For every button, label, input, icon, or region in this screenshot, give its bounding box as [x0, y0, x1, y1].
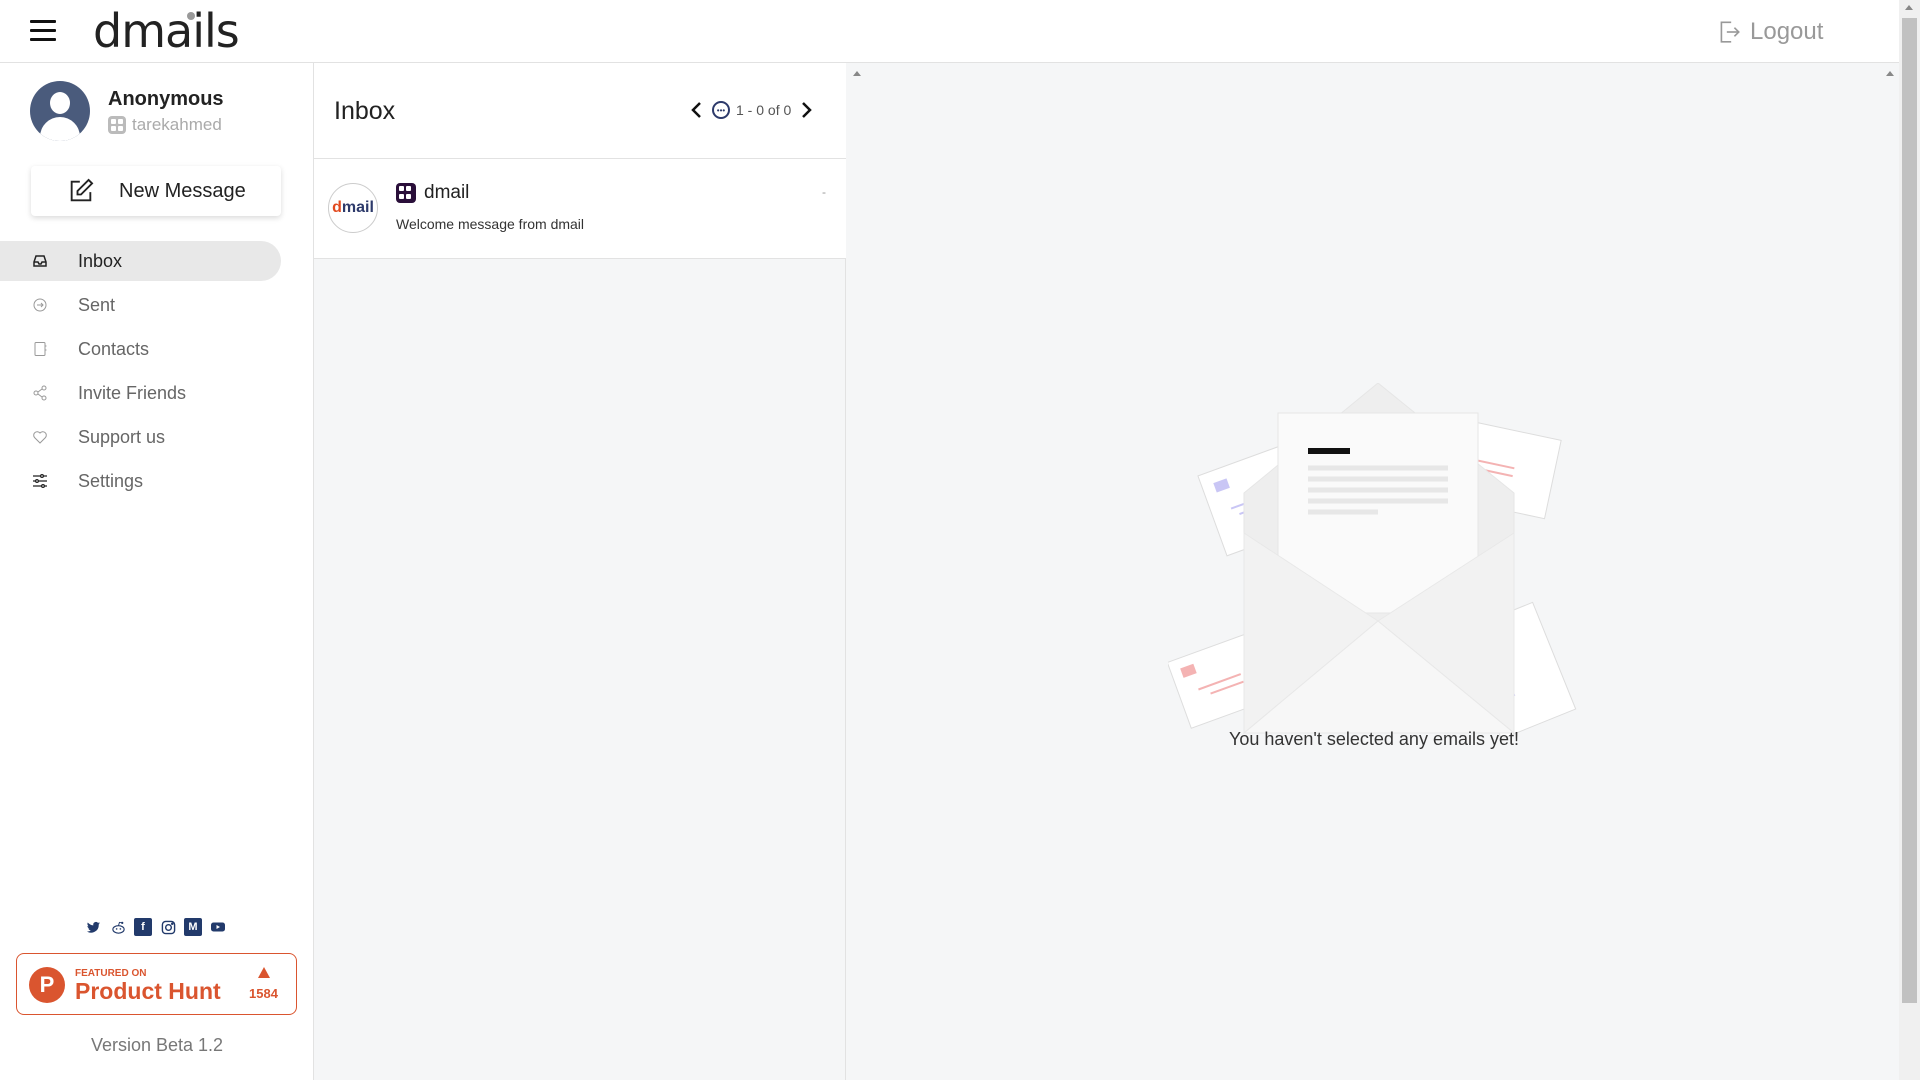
avatar-text-d: d	[332, 199, 342, 216]
inbox-title: Inbox	[334, 97, 396, 125]
chevron-right-icon[interactable]	[797, 99, 815, 121]
inbox-list-panel: Inbox ••• 1 - 0 of 0 d mail dmail Welcome…	[314, 63, 846, 1080]
email-list-item[interactable]: d mail dmail Welcome message from dmail -	[314, 159, 846, 259]
logout-button[interactable]: Logout	[1716, 18, 1823, 46]
logout-icon	[1720, 21, 1740, 43]
page-scrollbar-thumb[interactable]	[1902, 18, 1917, 1003]
instagram-icon[interactable]	[159, 918, 177, 936]
contacts-icon	[32, 341, 48, 357]
sidebar-item-inbox[interactable]: Inbox	[0, 241, 281, 281]
profile-handle-text: tarekahmed	[132, 114, 222, 134]
avatar[interactable]	[30, 81, 90, 141]
facebook-icon[interactable]: f	[134, 918, 152, 936]
app-logo[interactable]: dmails	[93, 4, 240, 58]
avatar-text-mail: mail	[341, 199, 374, 216]
inbox-icon	[32, 253, 48, 269]
dmail-logo-icon	[108, 115, 126, 134]
sidebar-item-sent[interactable]: Sent	[0, 285, 314, 325]
app-window: dmails Logout Anonymous tarekahmed New M…	[0, 0, 1920, 1080]
logo-dot	[187, 12, 195, 20]
twitter-icon[interactable]	[84, 918, 102, 936]
pagination-text: 1 - 0 of 0	[736, 102, 792, 118]
sidebar-item-label: Support us	[78, 426, 166, 447]
sidebar-item-label: Sent	[78, 294, 116, 315]
product-hunt-badge[interactable]: P FEATURED ON Product Hunt 1584	[16, 953, 297, 1015]
list-scrollbar[interactable]	[846, 63, 868, 1080]
profile-name: Anonymous	[108, 87, 224, 110]
sidebar-item-label: Invite Friends	[78, 382, 187, 403]
dmail-logo-icon	[396, 183, 416, 203]
heart-icon	[32, 429, 48, 445]
pagination: ••• 1 - 0 of 0	[688, 99, 815, 121]
product-hunt-count: 1584	[249, 986, 278, 1001]
version-label: Version Beta 1.2	[90, 1035, 224, 1055]
sender-avatar: d mail	[328, 183, 378, 233]
sidebar-item-settings[interactable]: Settings	[0, 461, 314, 501]
refresh-icon[interactable]: •••	[712, 101, 730, 119]
sidebar-item-label: Contacts	[78, 338, 150, 359]
sidebar-item-label: Inbox	[78, 250, 123, 271]
profile-handle: tarekahmed	[108, 115, 224, 135]
upvote-arrow-icon	[258, 967, 270, 978]
scroll-up-icon[interactable]	[1905, 5, 1913, 10]
youtube-icon[interactable]	[209, 918, 227, 936]
compose-icon	[70, 178, 94, 202]
inbox-list-header: Inbox ••• 1 - 0 of 0	[314, 63, 846, 159]
reading-pane: You haven't selected any emails yet!	[868, 63, 1880, 1080]
scroll-up-icon[interactable]	[853, 71, 861, 76]
new-message-label: New Message	[119, 179, 246, 202]
share-icon	[32, 385, 48, 401]
social-links: f M	[84, 918, 227, 936]
scroll-up-icon[interactable]	[1886, 71, 1894, 76]
sidebar-item-label: Settings	[78, 470, 144, 491]
email-sender: dmail	[396, 182, 469, 204]
sidebar-item-invite-friends[interactable]: Invite Friends	[0, 373, 314, 413]
reader-scrollbar[interactable]	[1880, 63, 1899, 1080]
empty-state-message: You haven't selected any emails yet!	[1229, 729, 1519, 749]
sidebar-item-contacts[interactable]: Contacts	[0, 329, 314, 369]
product-hunt-icon: P	[29, 967, 65, 1003]
product-hunt-name: Product Hunt	[75, 978, 221, 1004]
sidebar: Anonymous tarekahmed New Message Inbox S…	[0, 63, 314, 1080]
logout-label: Logout	[1750, 18, 1824, 45]
top-bar: dmails Logout	[0, 0, 1899, 63]
chevron-left-icon[interactable]	[688, 99, 706, 121]
email-subject: Welcome message from dmail	[396, 216, 585, 232]
sliders-icon	[32, 473, 48, 489]
reddit-icon[interactable]	[109, 918, 127, 936]
email-date: -	[822, 185, 826, 199]
empty-mailbox-illustration	[1168, 383, 1577, 740]
sidebar-nav: Inbox Sent Contacts Invite Friends Suppo…	[0, 241, 314, 505]
sidebar-item-support-us[interactable]: Support us	[0, 417, 314, 457]
medium-icon[interactable]: M	[184, 918, 202, 936]
new-message-button[interactable]: New Message	[31, 166, 281, 216]
menu-icon[interactable]	[30, 20, 56, 42]
profile-block: Anonymous tarekahmed	[30, 81, 224, 141]
email-sender-name: dmail	[424, 182, 470, 203]
sent-icon	[32, 297, 48, 313]
